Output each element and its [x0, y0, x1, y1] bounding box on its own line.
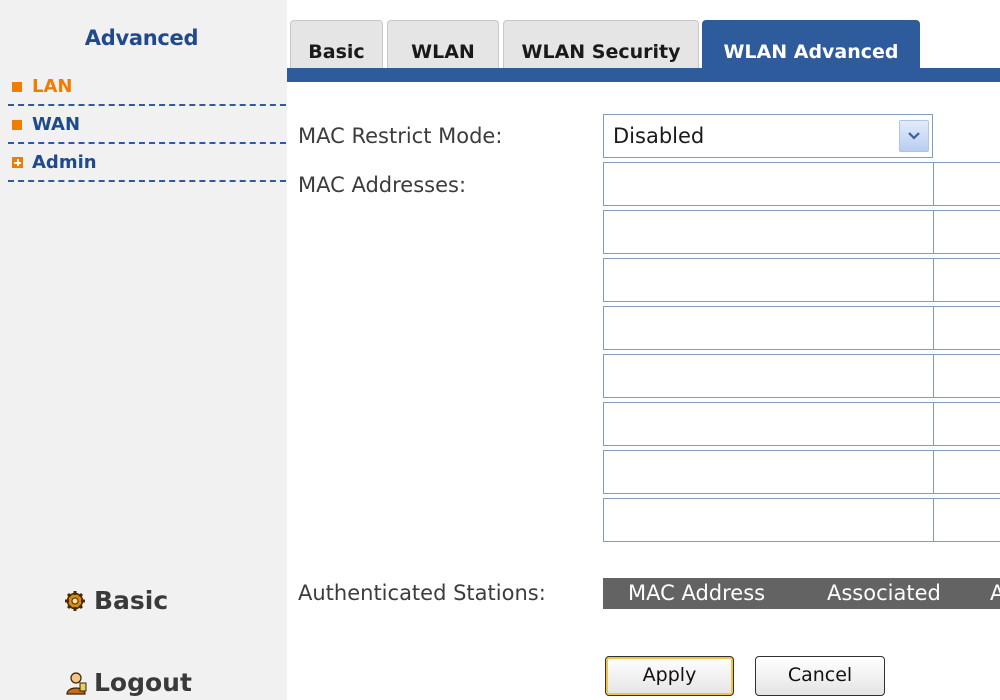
mac-address-field[interactable]	[603, 306, 934, 350]
column-header-mac-address: MAC Address	[628, 581, 766, 605]
gear-icon	[62, 587, 90, 615]
mac-address-field[interactable]	[933, 306, 1000, 350]
mac-address-field[interactable]	[933, 354, 1000, 398]
mac-address-field[interactable]	[933, 210, 1000, 254]
mac-address-field[interactable]	[933, 498, 1000, 542]
tab-wlan[interactable]: WLAN	[387, 20, 499, 68]
stations-table-header: MAC Address Associated A	[603, 578, 1000, 609]
sidebar: Advanced LAN WAN Admin Basic Logout	[0, 0, 287, 700]
logout-link[interactable]: Logout	[62, 668, 192, 697]
mac-restrict-mode-select[interactable]: Disabled	[603, 114, 933, 158]
mac-address-field[interactable]	[603, 450, 934, 494]
sidebar-item-wan[interactable]: WAN	[8, 114, 286, 144]
column-header-associated: Associated	[827, 581, 941, 605]
mac-address-field[interactable]	[603, 354, 934, 398]
mac-restrict-mode-label: MAC Restrict Mode:	[298, 124, 503, 148]
apply-button[interactable]: Apply	[605, 656, 734, 696]
sidebar-item-admin[interactable]: Admin	[8, 152, 286, 182]
mac-address-field[interactable]	[603, 402, 934, 446]
sidebar-item-lan[interactable]: LAN	[8, 76, 286, 106]
mac-address-field[interactable]	[603, 210, 934, 254]
basic-link[interactable]: Basic	[62, 586, 168, 615]
mac-address-field[interactable]	[603, 162, 934, 206]
tab-underline	[287, 68, 1000, 82]
sidebar-title: Advanced	[84, 26, 199, 50]
mac-address-field[interactable]	[933, 450, 1000, 494]
mac-address-field[interactable]	[933, 258, 1000, 302]
chevron-down-icon[interactable]	[899, 120, 929, 152]
square-bullet-icon	[12, 120, 22, 130]
tab-bar: Basic WLAN WLAN Security WLAN Advanced	[287, 0, 1000, 82]
sidebar-item-label: Admin	[32, 152, 97, 173]
logout-link-label: Logout	[94, 668, 192, 697]
sidebar-item-label: WAN	[32, 114, 81, 135]
mac-address-field[interactable]	[933, 402, 1000, 446]
mac-addresses-label: MAC Addresses:	[298, 173, 467, 197]
square-bullet-icon	[12, 82, 22, 92]
sidebar-item-label: LAN	[32, 76, 73, 97]
basic-link-label: Basic	[94, 586, 169, 615]
tab-basic[interactable]: Basic	[290, 20, 383, 68]
mac-address-field[interactable]	[603, 498, 934, 542]
cancel-button[interactable]: Cancel	[755, 656, 885, 696]
authenticated-stations-label: Authenticated Stations:	[298, 581, 546, 605]
plus-box-icon	[12, 157, 23, 168]
mac-restrict-mode-value: Disabled	[613, 124, 705, 148]
tab-wlan-advanced[interactable]: WLAN Advanced	[702, 20, 920, 68]
tab-wlan-security[interactable]: WLAN Security	[503, 20, 699, 68]
mac-address-field[interactable]	[933, 162, 1000, 206]
mac-address-field[interactable]	[603, 258, 934, 302]
column-header-next: A	[990, 581, 1000, 605]
person-icon	[62, 669, 90, 697]
